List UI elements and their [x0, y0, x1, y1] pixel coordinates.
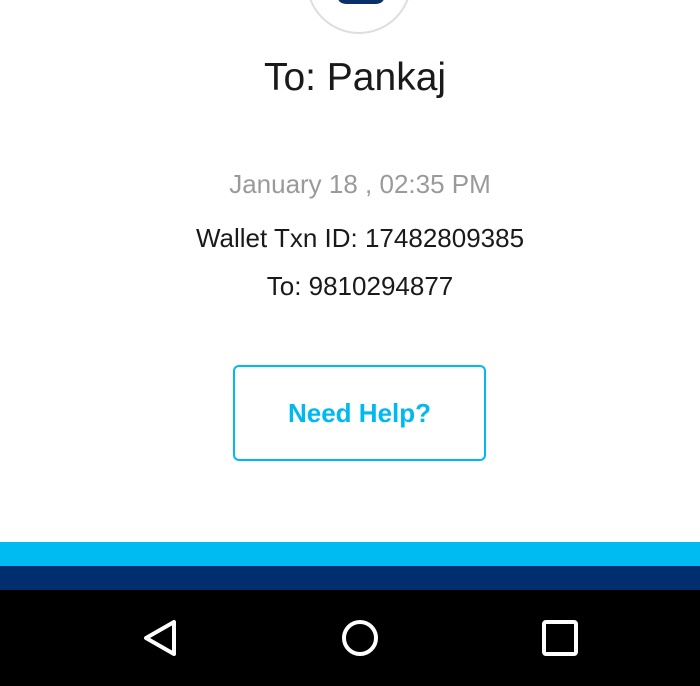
- transaction-timestamp: January 18 , 02:35 PM: [229, 169, 491, 199]
- home-button[interactable]: [334, 612, 386, 664]
- brand-band-dark: [0, 566, 700, 590]
- recents-button[interactable]: [534, 612, 586, 664]
- wallet-icon: [338, 0, 384, 4]
- recipient-number: To: 9810294877: [266, 271, 454, 301]
- recents-icon: [542, 620, 578, 656]
- payment-confirmation-screen: To: Pankaj January 18 , 02:35 PM Wallet …: [0, 0, 700, 686]
- recipient-avatar: [306, 0, 412, 34]
- need-help-button[interactable]: Need Help?: [233, 365, 486, 461]
- brand-band-light: [0, 542, 700, 566]
- back-icon: [144, 620, 176, 656]
- android-navigation-bar: [0, 590, 700, 686]
- home-icon: [342, 620, 378, 656]
- recipient-title: To: Pankaj: [263, 56, 447, 99]
- back-button[interactable]: [134, 612, 186, 664]
- wallet-txn-id: Wallet Txn ID: 17482809385: [195, 223, 525, 253]
